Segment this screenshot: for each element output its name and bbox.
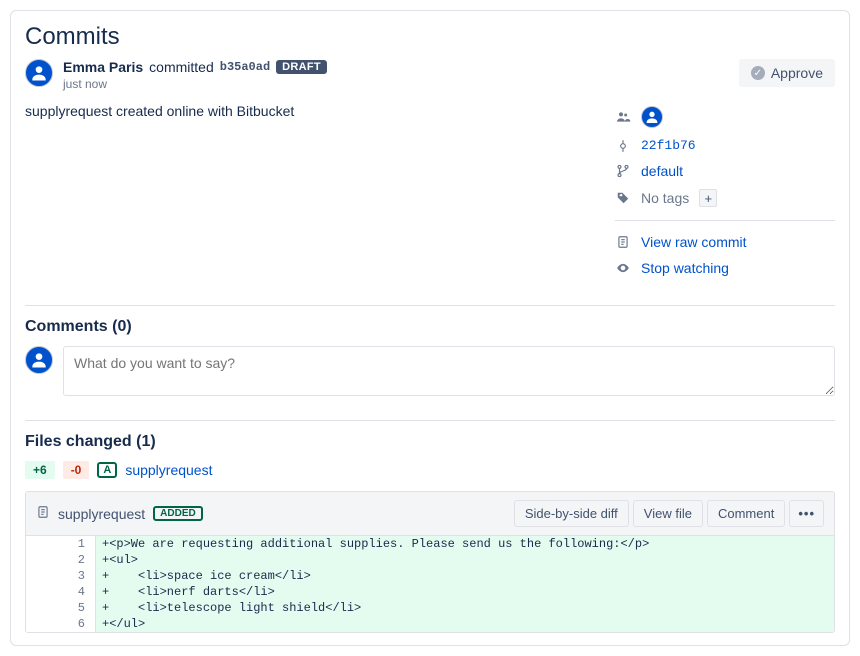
branch-icon [615,164,631,178]
author-avatar [25,59,53,87]
line-content: +</ul> [96,616,834,632]
approve-label: Approve [771,65,823,81]
diff-line: 3+ <li>space ice cream</li> [26,568,834,584]
commit-icon [615,139,631,153]
added-badge: ADDED [153,506,203,521]
add-tag-button[interactable]: + [699,189,717,207]
side-by-side-button[interactable]: Side-by-side diff [514,500,629,527]
file-icon [36,505,50,522]
deletions-badge: -0 [63,461,90,479]
diff-body: 1+<p>We are requesting additional suppli… [26,536,834,632]
line-content: + <li>space ice cream</li> [96,568,834,584]
line-content: + <li>telescope light shield</li> [96,600,834,616]
additions-badge: +6 [25,461,55,479]
line-content: +<p>We are requesting additional supplie… [96,536,834,552]
diff-panel: supplyrequest ADDED Side-by-side diff Vi… [25,491,835,633]
line-number: 3 [26,568,96,584]
commit-timestamp: just now [63,77,327,91]
commit-header: Emma Paris committed b35a0ad DRAFT just … [25,59,835,91]
files-changed-heading: Files changed (1) [25,433,835,451]
check-circle-icon: ✓ [751,66,765,80]
approve-button[interactable]: ✓ Approve [739,59,835,87]
parent-hash-link[interactable]: 22f1b76 [641,138,696,153]
stop-watching-link[interactable]: Stop watching [641,260,729,276]
page-title: Commits [25,23,835,51]
meta-panel: 22f1b76 default No tags + View r [615,101,835,281]
file-icon [615,235,631,249]
commit-verb: committed [149,59,214,75]
line-number: 6 [26,616,96,632]
diff-line: 4+ <li>nerf darts</li> [26,584,834,600]
author-name: Emma Paris [63,59,143,75]
line-content: +<ul> [96,552,834,568]
diff-line: 2+<ul> [26,552,834,568]
comment-avatar [25,346,53,374]
no-tags-text: No tags [641,190,689,206]
commit-hash: b35a0ad [220,60,270,74]
view-raw-link[interactable]: View raw commit [641,234,747,250]
tag-icon [615,191,631,205]
diff-line: 6+</ul> [26,616,834,632]
view-file-button[interactable]: View file [633,500,703,527]
commit-message: supplyrequest created online with Bitbuc… [25,101,595,281]
line-content: + <li>nerf darts</li> [96,584,834,600]
comments-heading: Comments (0) [25,318,835,336]
more-actions-button[interactable]: ••• [789,500,824,527]
users-icon [615,109,631,125]
comment-input[interactable] [63,346,835,396]
line-number: 1 [26,536,96,552]
line-number: 4 [26,584,96,600]
contributor-avatar [641,106,663,128]
file-link[interactable]: supplyrequest [125,462,212,478]
diff-filename: supplyrequest [58,506,145,522]
line-number: 5 [26,600,96,616]
line-number: 2 [26,552,96,568]
eye-icon [615,261,631,275]
file-status-badge: A [97,462,117,478]
comment-button[interactable]: Comment [707,500,785,527]
diff-line: 5+ <li>telescope light shield</li> [26,600,834,616]
diff-line: 1+<p>We are requesting additional suppli… [26,536,834,552]
draft-badge: DRAFT [276,60,327,74]
branch-link[interactable]: default [641,163,683,179]
